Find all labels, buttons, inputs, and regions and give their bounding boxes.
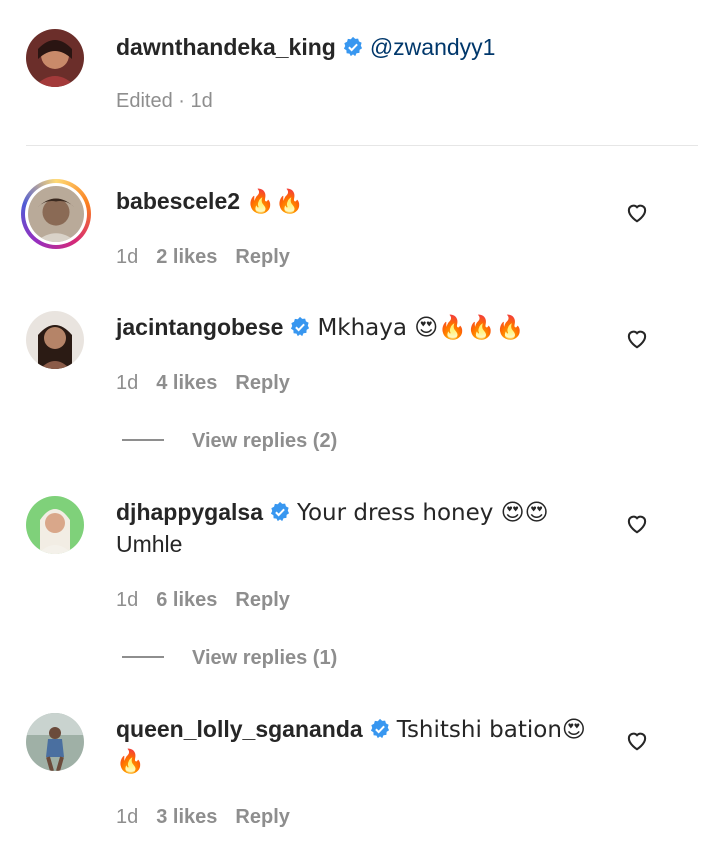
comment-time: 1d [116,806,139,828]
avatar[interactable] [26,713,84,771]
comment-line: jacintangobese Mkhaya 😍🔥🔥🔥 [116,311,524,344]
avatar[interactable] [26,311,84,369]
view-replies-button[interactable]: View replies (2) [122,430,337,453]
verified-badge-icon [370,718,389,739]
comment-text-continued: 🔥 [116,749,145,775]
comment-text-line2: Umhle [116,528,182,560]
likes-count[interactable]: 4 likes [156,372,217,394]
username[interactable]: jacintangobese [116,314,283,340]
heart-outline-icon[interactable] [624,727,650,753]
verified-badge-icon [291,316,310,337]
comment-text-line2: 🔥 [116,745,145,778]
username[interactable]: babescele2 [116,188,240,214]
comment-text: 🔥🔥 [246,189,304,215]
comment-meta: 1d 2 likes Reply [116,246,308,269]
verified-badge-icon [343,36,362,57]
reply-button[interactable]: Reply [235,246,289,268]
replies-dash [122,656,164,658]
avatar [28,186,84,242]
comment-text: Tshitshi bation😍 [396,717,586,743]
mention-link[interactable]: @zwandyy1 [370,34,496,60]
comment-time: 1d [116,246,139,268]
reply-button[interactable]: Reply [235,806,289,828]
username[interactable]: queen_lolly_sgananda [116,716,363,742]
likes-count[interactable]: 2 likes [156,246,217,268]
view-replies-label: View replies (2) [192,430,338,452]
story-ring[interactable] [21,179,91,249]
reply-button[interactable]: Reply [235,372,289,394]
comment-line: dawnthandeka_king @zwandyy1 [116,31,495,63]
comment-time: 1d [116,589,139,611]
comment-meta: Edited · 1d [116,90,231,113]
comment-meta: 1d 4 likes Reply [116,372,308,395]
heart-outline-icon[interactable] [624,510,650,536]
avatar[interactable] [26,496,84,554]
view-replies-label: View replies (1) [192,647,338,669]
comment-line: djhappygalsa Your dress honey 😍😍 [116,496,549,529]
comment-text: Your dress honey 😍😍 [296,500,549,526]
comment-meta: 1d 3 likes Reply [116,806,308,829]
heart-outline-icon[interactable] [624,199,650,225]
view-replies-button[interactable]: View replies (1) [122,647,337,670]
comment-time: 1d [116,372,139,394]
comment-line: queen_lolly_sgananda Tshitshi bation😍 [116,713,586,746]
comment-text: Mkhaya 😍🔥🔥🔥 [317,315,525,341]
comment-text-continued: Umhle [116,531,183,557]
replies-dash [122,439,164,441]
likes-count[interactable]: 6 likes [156,589,217,611]
likes-count[interactable]: 3 likes [156,806,217,828]
comment-meta: 1d 6 likes Reply [116,589,308,612]
username[interactable]: djhappygalsa [116,499,263,525]
username[interactable]: dawnthandeka_king [116,34,336,60]
reply-button[interactable]: Reply [235,589,289,611]
avatar[interactable] [26,29,84,87]
comment-line: babescele2 🔥🔥 [116,185,304,218]
verified-badge-icon [270,501,290,522]
heart-outline-icon[interactable] [624,325,650,351]
edited-time: Edited · 1d [116,90,213,112]
divider [26,145,698,146]
